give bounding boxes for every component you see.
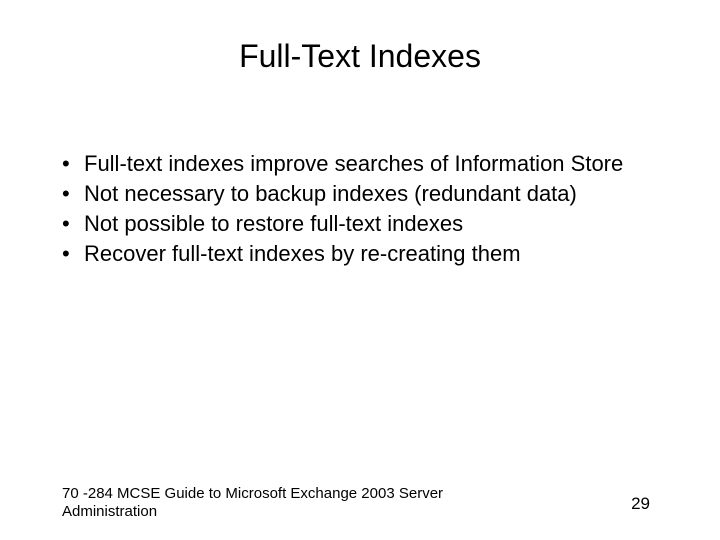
slide-footer: 70 -284 MCSE Guide to Microsoft Exchange…	[62, 485, 482, 523]
slide-title: Full-Text Indexes	[0, 38, 720, 75]
page-number: 29	[631, 494, 650, 514]
bullet-item: Full-text indexes improve searches of In…	[62, 150, 660, 178]
bullet-item: Recover full-text indexes by re-creating…	[62, 240, 660, 268]
slide: Full-Text Indexes Full-text indexes impr…	[0, 0, 720, 540]
bullet-item: Not necessary to backup indexes (redunda…	[62, 180, 660, 208]
slide-body: Full-text indexes improve searches of In…	[62, 150, 660, 271]
bullet-list: Full-text indexes improve searches of In…	[62, 150, 660, 269]
bullet-item: Not possible to restore full-text indexe…	[62, 210, 660, 238]
